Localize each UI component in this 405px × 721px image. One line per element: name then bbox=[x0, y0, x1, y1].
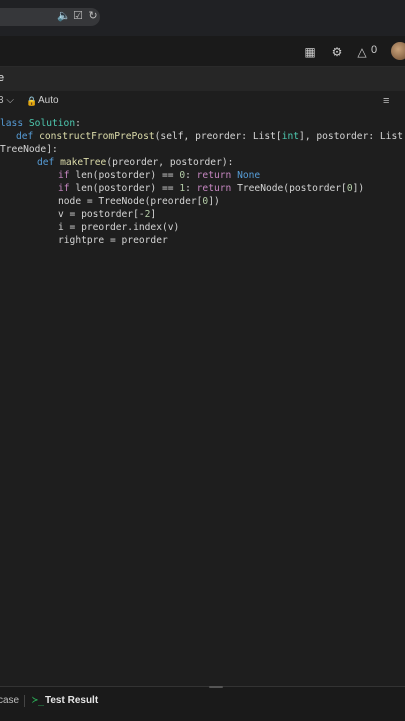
editor-toolbar: 3 ⌵ 🔒 Auto ≡ bbox=[0, 91, 405, 112]
translate-icon[interactable]: ☑ bbox=[72, 10, 84, 22]
bottom-panel: case ≻_ Test Result bbox=[0, 686, 405, 721]
terminal-icon: ≻_ bbox=[32, 695, 45, 706]
code-line-5: if len(postorder) == 0: return None bbox=[58, 170, 261, 181]
code-line-2: def constructFromPrePost(self, preorder:… bbox=[16, 131, 405, 142]
reload-icon[interactable]: ↻ bbox=[87, 10, 99, 22]
language-select[interactable]: 3 ⌵ bbox=[0, 95, 14, 106]
address-bar[interactable] bbox=[0, 8, 100, 26]
code-editor[interactable]: lass Solution: def constructFromPrePost(… bbox=[0, 111, 405, 686]
code-line-10: rightpre = preorder bbox=[58, 235, 168, 246]
lock-icon: 🔒 bbox=[26, 96, 38, 106]
fire-icon[interactable]: △ bbox=[355, 45, 369, 59]
site-navbar: ▦ ⚙ △ 0 bbox=[0, 36, 405, 67]
gear-icon[interactable]: ⚙ bbox=[330, 45, 344, 59]
code-line-7: node = TreeNode(preorder[0]) bbox=[58, 196, 220, 207]
speaker-icon[interactable]: 🔈 bbox=[57, 10, 71, 22]
panel-resize-handle[interactable] bbox=[209, 686, 223, 688]
browser-toolbar: 🔈 ☑ ↻ bbox=[0, 0, 405, 36]
code-line-9: i = preorder.index(v) bbox=[58, 222, 180, 233]
code-line-3: TreeNode]: bbox=[0, 144, 58, 155]
editor-tab-strip: e bbox=[0, 67, 405, 92]
format-icon[interactable]: ≡ bbox=[383, 95, 389, 107]
code-line-6: if len(postorder) == 1: return TreeNode(… bbox=[58, 183, 365, 194]
avatar[interactable] bbox=[391, 42, 405, 60]
streak-count: 0 bbox=[371, 44, 378, 56]
code-line-8: v = postorder[-2] bbox=[58, 209, 157, 220]
tab-code[interactable]: e bbox=[0, 72, 4, 84]
code-line-4: def makeTree(preorder, postorder): bbox=[37, 157, 234, 168]
tab-test-result[interactable]: Test Result bbox=[45, 695, 98, 706]
auto-mode-label[interactable]: Auto bbox=[38, 95, 59, 106]
code-line-1: lass Solution: bbox=[0, 118, 81, 129]
tab-divider bbox=[24, 695, 25, 707]
grid-icon[interactable]: ▦ bbox=[303, 45, 317, 59]
tab-testcase[interactable]: case bbox=[0, 695, 19, 706]
